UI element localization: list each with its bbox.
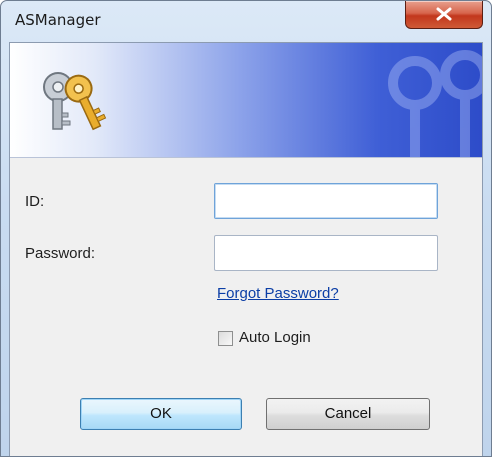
auto-login-checkbox[interactable]: [218, 331, 233, 346]
title-bar[interactable]: ASManager: [1, 1, 491, 41]
id-label: ID:: [25, 193, 45, 210]
password-label: Password:: [25, 245, 96, 262]
login-dialog-window: ASManager ID: Password: Forgot Password?…: [0, 0, 492, 457]
close-button[interactable]: [405, 1, 483, 29]
close-icon: [436, 7, 452, 21]
id-input[interactable]: [214, 183, 438, 219]
dialog-client-area: ID: Password: Forgot Password? Auto Logi…: [9, 42, 483, 456]
password-input[interactable]: [214, 235, 438, 271]
keys-watermark-icon: [388, 50, 482, 157]
keys-icon: [43, 72, 107, 131]
header-banner: [10, 43, 482, 158]
forgot-password-link[interactable]: Forgot Password?: [217, 285, 339, 302]
auto-login-label[interactable]: Auto Login: [239, 329, 311, 346]
cancel-button[interactable]: Cancel: [266, 398, 430, 430]
window-title: ASManager: [15, 11, 101, 29]
ok-button[interactable]: OK: [80, 398, 242, 430]
